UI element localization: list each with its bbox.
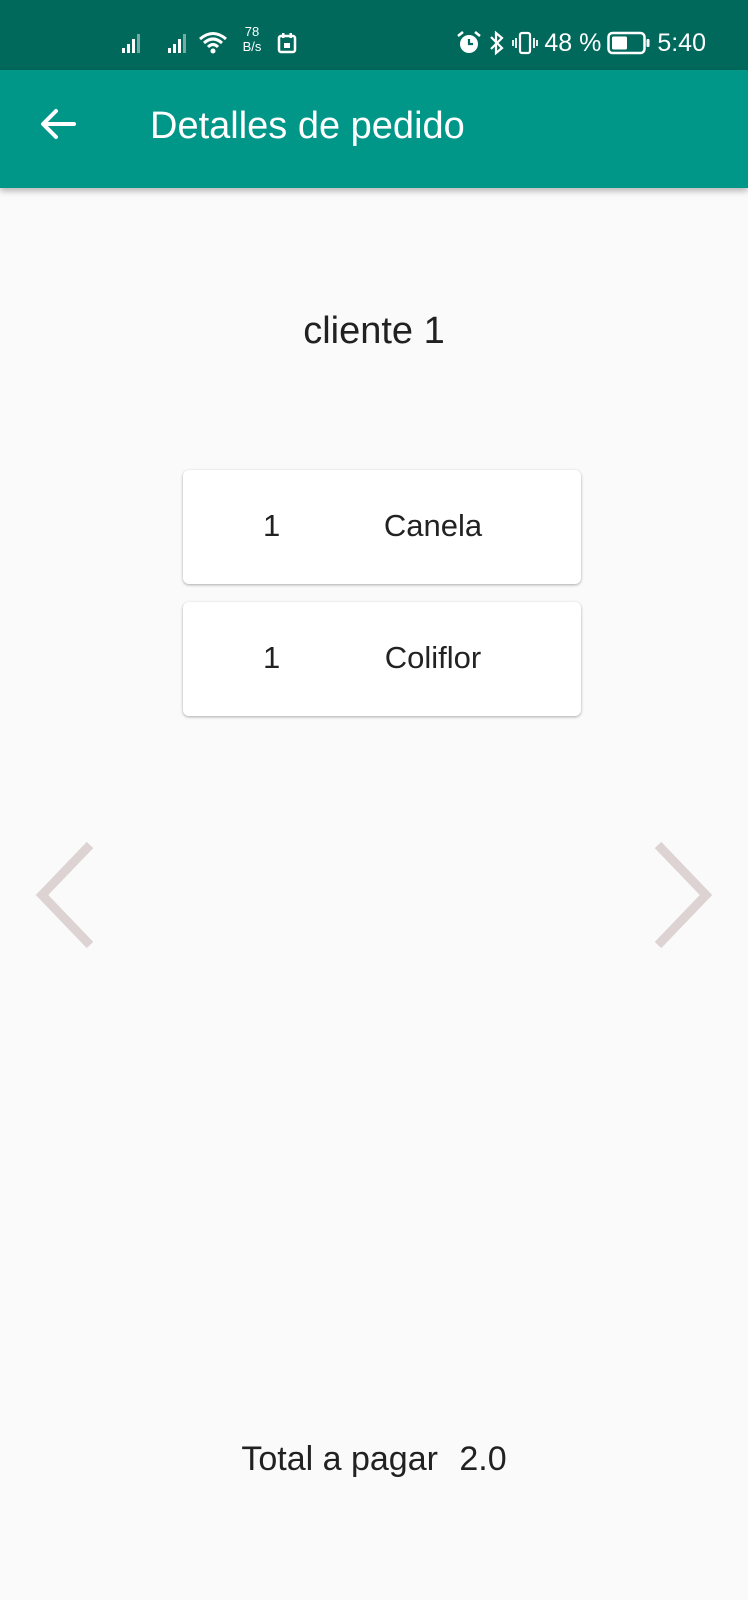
back-button[interactable] (26, 92, 90, 156)
alarm-icon (457, 31, 482, 53)
previous-order-button[interactable] (30, 840, 100, 950)
item-name: Coliflor (384, 640, 482, 675)
status-right: 48 % 5:40 (456, 28, 706, 58)
battery-percent: 48 % (544, 28, 602, 57)
total-row: Total a pagar 2.0 (0, 1440, 748, 1479)
list-item[interactable]: 1 Canela (183, 470, 581, 584)
chevron-left-icon (35, 841, 94, 949)
signal-icon (122, 34, 140, 53)
arrow-left-icon (41, 109, 76, 139)
signal-icon (168, 34, 186, 53)
status-bar: 78 B/s 48 % 5:40 (0, 0, 748, 70)
page-title: Detalles de pedido (150, 105, 465, 147)
battery-icon (607, 31, 650, 55)
order-items-list: 1 Canela 1 Coliflor (183, 470, 581, 734)
wifi-icon (199, 32, 227, 54)
item-quantity: 1 (263, 508, 281, 543)
status-time: 5:40 (657, 28, 706, 57)
chevron-right-icon (654, 841, 713, 949)
bluetooth-icon (490, 30, 504, 56)
app-bar: Detalles de pedido (0, 70, 748, 188)
total-value: 2.0 (459, 1440, 507, 1478)
total-label: Total a pagar (241, 1440, 438, 1478)
network-speed-value: 78 (244, 24, 260, 39)
network-speed: 78 B/s (232, 24, 272, 54)
client-name: cliente 1 (303, 310, 445, 352)
list-item[interactable]: 1 Coliflor (183, 602, 581, 716)
network-speed-unit: B/s (242, 39, 262, 54)
next-order-button[interactable] (648, 840, 718, 950)
vibrate-icon (512, 31, 539, 55)
item-quantity: 1 (263, 640, 281, 675)
calendar-icon (277, 33, 297, 54)
item-name: Canela (383, 508, 483, 543)
